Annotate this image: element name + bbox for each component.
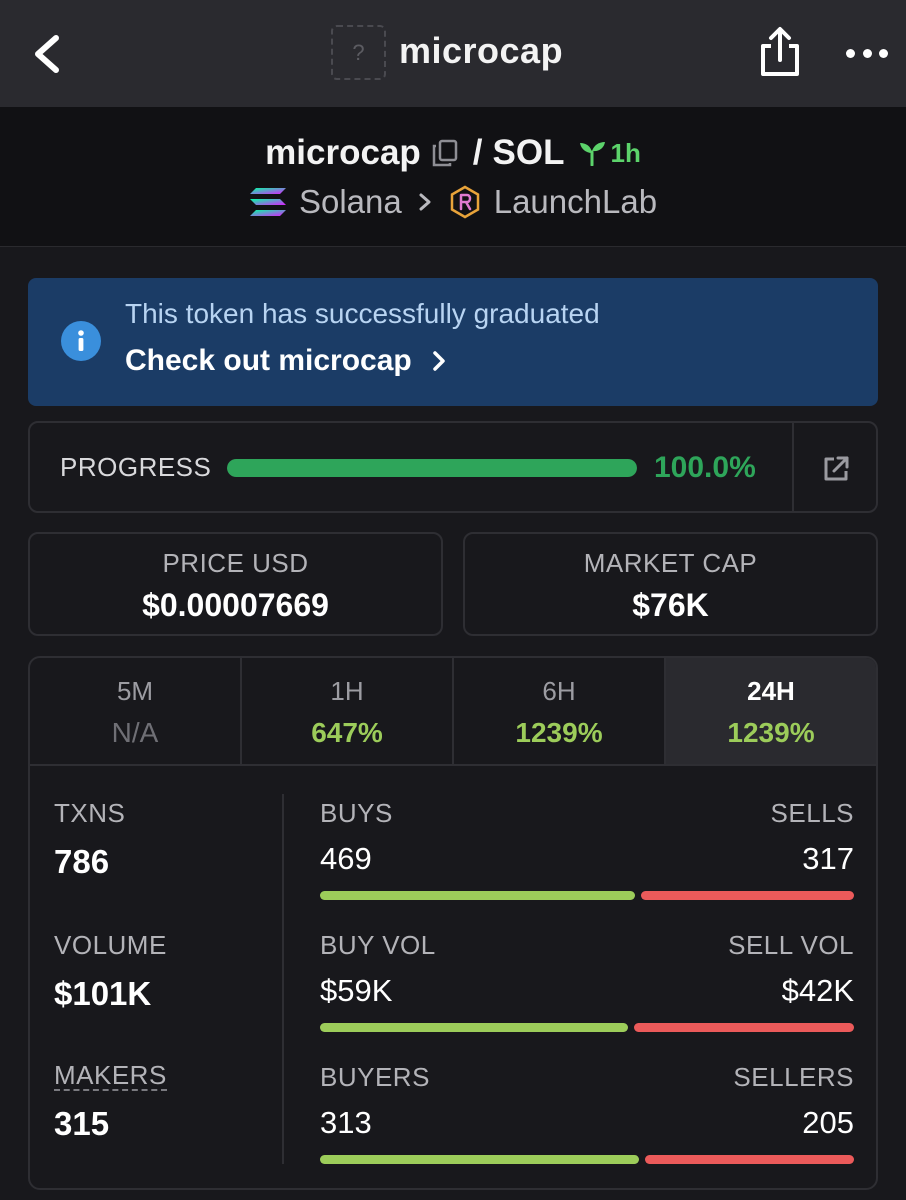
price-usd-card: PRICE USD $0.00007669 xyxy=(28,532,443,636)
page-title: microcap xyxy=(399,30,564,71)
buyers-sellers-metric: BUYERS SELLERS 313 205 xyxy=(320,1062,854,1188)
check-out-link[interactable]: Check out microcap xyxy=(125,344,448,378)
base-token-name: microcap xyxy=(265,133,421,172)
seedling-icon xyxy=(580,142,606,166)
divider xyxy=(792,423,794,511)
buy-vol-value: $59K xyxy=(320,973,393,1008)
buy-vol-label: BUY VOL xyxy=(320,930,436,960)
tab-label: 6H xyxy=(542,676,576,706)
txns-value: 786 xyxy=(54,843,110,880)
more-button[interactable] xyxy=(846,38,888,68)
divider xyxy=(282,794,284,1164)
volume-value: $101K xyxy=(54,975,152,1012)
progress-fill xyxy=(227,459,637,477)
market-cap-card: MARKET CAP $76K xyxy=(463,532,878,636)
share-icon xyxy=(761,27,799,76)
dex-name[interactable]: LaunchLab xyxy=(494,183,657,221)
buy-ratio-bar xyxy=(320,1023,629,1032)
market-cap-value: $76K xyxy=(632,587,709,623)
progress-card: PROGRESS 100.0% xyxy=(28,421,878,513)
buy-ratio-bar xyxy=(320,891,636,900)
sell-ratio-bar xyxy=(641,891,854,900)
volume-metric: VOLUME $101K xyxy=(54,930,274,1062)
tab-change: 647% xyxy=(311,717,383,748)
buys-sells-metric: BUYS SELLS 469 317 xyxy=(320,798,854,930)
sellers-label: SELLERS xyxy=(733,1062,854,1092)
share-button[interactable] xyxy=(757,24,803,80)
price-usd-value: $0.00007669 xyxy=(142,587,329,623)
token-placeholder-glyph: ? xyxy=(352,39,365,65)
price-usd-label: PRICE USD xyxy=(162,548,309,578)
tab-1h[interactable]: 1H 647% xyxy=(242,658,454,764)
buyers-label: BUYERS xyxy=(320,1062,430,1092)
buy-sell-metrics: BUYS SELLS 469 317 BUY VOL SELL VOL $59K… xyxy=(320,798,854,1188)
pair-header: microcap / SOL 1h Solana LaunchLab xyxy=(0,107,906,247)
info-icon xyxy=(61,321,101,361)
tab-label: 1H xyxy=(330,676,364,706)
makers-value: 315 xyxy=(54,1105,110,1143)
progress-label: PROGRESS xyxy=(60,452,212,482)
tab-6h[interactable]: 6H 1239% xyxy=(454,658,666,764)
summary-metrics: TXNS 786 VOLUME $101K MAKERS 315 xyxy=(54,798,274,1188)
solana-logo-icon xyxy=(249,188,286,216)
pair-separator: / xyxy=(472,133,483,172)
sell-ratio-bar xyxy=(634,1023,854,1032)
chevron-right-icon xyxy=(433,351,445,371)
more-horizontal-icon xyxy=(846,48,855,58)
external-link-icon xyxy=(824,456,849,481)
pair-age: 1h xyxy=(578,137,641,169)
buyers-value: 313 xyxy=(320,1105,372,1140)
pair-age-value: 1h xyxy=(610,137,641,168)
pair-title: microcap / SOL 1h xyxy=(0,131,906,175)
sell-vol-value: $42K xyxy=(781,973,854,1008)
progress-value: 100.0% xyxy=(654,451,756,484)
txns-label: TXNS xyxy=(54,798,126,828)
tab-change: 1239% xyxy=(727,717,815,748)
progress-bar xyxy=(227,459,637,477)
buys-value: 469 xyxy=(320,841,372,876)
volume-label: VOLUME xyxy=(54,930,167,960)
chevron-left-icon xyxy=(35,35,59,73)
chain-name[interactable]: Solana xyxy=(299,183,402,221)
token-image-placeholder: ? xyxy=(331,25,386,80)
chain-breadcrumb: Solana LaunchLab xyxy=(0,179,906,225)
banner-message: This token has successfully graduated xyxy=(125,298,600,329)
buys-label: BUYS xyxy=(320,798,393,828)
timeframe-tabs: 5M N/A 1H 647% 6H 1239% 24H 1239% xyxy=(30,658,876,766)
buys-sells-ratio-bar xyxy=(320,891,854,900)
tab-label: 5M xyxy=(116,676,154,706)
tab-change: N/A xyxy=(111,717,159,748)
sellers-value: 205 xyxy=(802,1105,854,1140)
top-bar: ? microcap xyxy=(0,0,906,107)
sell-ratio-bar xyxy=(645,1155,854,1164)
txns-metric: TXNS 786 xyxy=(54,798,274,930)
sells-label: SELLS xyxy=(770,798,854,828)
volume-ratio-bar xyxy=(320,1023,854,1032)
graduated-banner: This token has successfully graduated Ch… xyxy=(28,278,878,406)
market-cap-label: MARKET CAP xyxy=(583,548,758,578)
stats-panel: 5M N/A 1H 647% 6H 1239% 24H 1239% TXNS 7… xyxy=(28,656,878,1190)
tab-5m[interactable]: 5M N/A xyxy=(30,658,242,764)
check-out-link-label: Check out microcap xyxy=(125,344,412,377)
copy-icon[interactable] xyxy=(431,138,459,168)
tab-label: 24H xyxy=(747,676,795,706)
buyers-ratio-bar xyxy=(320,1155,854,1164)
sell-vol-label: SELL VOL xyxy=(728,930,854,960)
external-link-button[interactable] xyxy=(820,453,852,485)
sells-value: 317 xyxy=(802,841,854,876)
tab-24h[interactable]: 24H 1239% xyxy=(666,658,876,764)
back-button[interactable] xyxy=(26,26,70,82)
chevron-right-icon xyxy=(419,193,431,211)
makers-label[interactable]: MAKERS xyxy=(54,1061,167,1092)
buy-ratio-bar xyxy=(320,1155,640,1164)
makers-metric: MAKERS 315 xyxy=(54,1061,274,1188)
launchlab-logo-icon xyxy=(450,185,479,219)
quote-token-name: SOL xyxy=(492,133,565,172)
tab-change: 1239% xyxy=(515,717,603,748)
volume-split-metric: BUY VOL SELL VOL $59K $42K xyxy=(320,930,854,1062)
